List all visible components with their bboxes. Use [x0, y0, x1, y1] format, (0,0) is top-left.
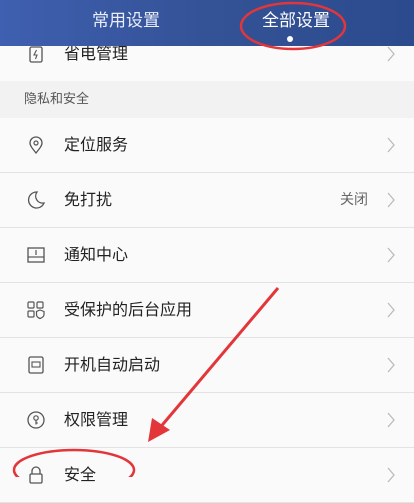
settings-item-auto-start[interactable]: 开机自动启动: [0, 338, 414, 393]
settings-item-label: 开机自动启动: [64, 355, 161, 374]
settings-item-location-service[interactable]: 定位服务: [0, 118, 414, 173]
settings-item-permission-management[interactable]: 权限管理: [0, 393, 414, 448]
lock-icon: [29, 466, 43, 484]
settings-item-label: 免打扰: [64, 190, 113, 209]
autostart-icon: [28, 356, 44, 374]
settings-header: 常用设置 全部设置: [0, 0, 414, 46]
tab-all-settings[interactable]: 全部设置: [262, 0, 330, 46]
chevron-right-icon: [387, 302, 395, 318]
chevron-right-icon: [387, 467, 395, 483]
settings-item-label: 通知中心: [64, 245, 129, 264]
location-pin-icon: [29, 136, 43, 155]
chevron-right-icon: [387, 357, 395, 373]
chevron-right-icon: [387, 192, 395, 208]
do-not-disturb-status: 关闭: [340, 192, 368, 208]
battery-icon: [29, 46, 43, 63]
settings-item-notification-center[interactable]: 通知中心: [0, 228, 414, 283]
settings-item-protected-apps[interactable]: 受保护的后台应用: [0, 283, 414, 338]
notification-tray-icon: [27, 247, 45, 263]
key-icon: [27, 411, 45, 429]
protected-apps-icon: [27, 301, 45, 320]
settings-item-label: 权限管理: [64, 410, 129, 429]
settings-item-label: 安全: [64, 465, 97, 484]
tab-common-settings[interactable]: 常用设置: [92, 0, 160, 46]
settings-item-label: 定位服务: [64, 135, 129, 154]
tab-selected-indicator: [287, 36, 293, 42]
settings-item-label: 受保护的后台应用: [64, 300, 193, 319]
moon-icon: [28, 191, 46, 209]
section-header-privacy-security: 隐私和安全: [0, 81, 414, 119]
settings-item-security[interactable]: 安全: [0, 448, 414, 503]
chevron-right-icon: [387, 137, 395, 153]
chevron-right-icon: [387, 412, 395, 428]
section-title: 隐私和安全: [24, 92, 90, 107]
chevron-right-icon: [387, 46, 395, 62]
settings-item-do-not-disturb[interactable]: 免打扰 关闭: [0, 173, 414, 228]
chevron-right-icon: [387, 247, 395, 263]
